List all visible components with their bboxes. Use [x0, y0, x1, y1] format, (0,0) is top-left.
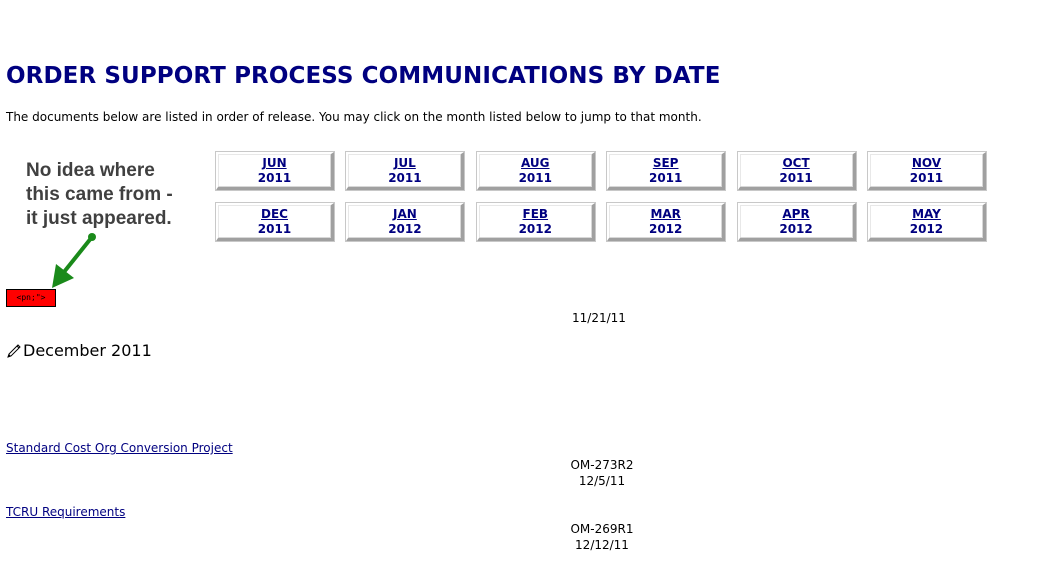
month-year: 2012	[779, 222, 813, 236]
month-button-jan-2012[interactable]: JAN 2012	[345, 202, 466, 242]
month-link[interactable]: SEP	[609, 156, 722, 171]
month-year: 2011	[388, 171, 422, 185]
annotation-line: this came from -	[26, 184, 173, 205]
month-year: 2012	[388, 222, 422, 236]
section-heading-december-2011: December 2011	[6, 341, 152, 360]
document-meta: OM-273R2 12/5/11	[562, 457, 642, 489]
month-link[interactable]: MAY	[870, 207, 983, 222]
month-button-apr-2012[interactable]: APR 2012	[736, 202, 857, 242]
month-button-dec-2011[interactable]: DEC 2011	[215, 202, 335, 242]
intro-text: The documents below are listed in order …	[6, 110, 702, 124]
month-button-sep-2011[interactable]: SEP 2011	[606, 151, 727, 191]
month-year: 2011	[257, 171, 292, 185]
month-year: 2011	[779, 171, 813, 185]
month-button-oct-2011[interactable]: OCT 2011	[736, 151, 857, 191]
document-link-standard-cost-org[interactable]: Standard Cost Org Conversion Project	[6, 441, 233, 455]
month-link[interactable]: AUG	[479, 156, 592, 171]
page-title: ORDER SUPPORT PROCESS COMMUNICATIONS BY …	[6, 63, 721, 89]
month-year: 2011	[518, 171, 552, 185]
document-date: 12/12/11	[575, 538, 629, 552]
page: { "page": { "title": "ORDER SUPPORT PROC…	[0, 0, 1055, 566]
month-button-nov-2011[interactable]: NOV 2011	[866, 151, 987, 191]
month-link[interactable]: OCT	[740, 156, 853, 171]
month-link[interactable]: JUL	[348, 156, 461, 171]
document-meta: OM-269R1 12/12/11	[562, 521, 642, 553]
stray-code-tag: <pn;">	[6, 289, 56, 307]
month-nav: JUN 2011 JUL 2011 AUG 2011 SEP 2011 OCT …	[215, 151, 987, 242]
month-link[interactable]: APR	[740, 207, 853, 222]
month-year: 2012	[648, 222, 683, 236]
month-button-aug-2011[interactable]: AUG 2011	[475, 151, 596, 191]
document-code: OM-269R1	[570, 522, 634, 536]
month-year: 2011	[257, 222, 292, 236]
month-year: 2012	[518, 222, 552, 236]
document-code: OM-273R2	[570, 458, 634, 472]
month-button-feb-2012[interactable]: FEB 2012	[475, 202, 596, 242]
month-link[interactable]: DEC	[218, 207, 331, 222]
document-link-tcru-requirements[interactable]: TCRU Requirements	[6, 505, 125, 519]
month-link[interactable]: FEB	[479, 207, 592, 222]
annotation-line: No idea where	[26, 160, 155, 181]
month-button-jul-2011[interactable]: JUL 2011	[345, 151, 466, 191]
month-button-mar-2012[interactable]: MAR 2012	[606, 202, 727, 242]
month-link[interactable]: JAN	[348, 207, 461, 222]
month-link[interactable]: NOV	[870, 156, 983, 171]
month-year: 2012	[909, 222, 944, 236]
section-heading-text: December 2011	[23, 341, 152, 360]
month-button-jun-2011[interactable]: JUN 2011	[215, 151, 335, 191]
document-date: 12/5/11	[578, 474, 626, 488]
annotation-note: No idea where this came from - it just a…	[26, 159, 173, 231]
release-date: 11/21/11	[572, 311, 626, 325]
month-year: 2011	[648, 171, 683, 185]
month-link[interactable]: MAR	[609, 207, 722, 222]
annotation-arrow-icon	[52, 233, 96, 288]
anchor-pencil-icon	[7, 343, 21, 358]
month-year: 2011	[909, 171, 944, 185]
month-link[interactable]: JUN	[218, 156, 331, 171]
month-button-may-2012[interactable]: MAY 2012	[866, 202, 987, 242]
